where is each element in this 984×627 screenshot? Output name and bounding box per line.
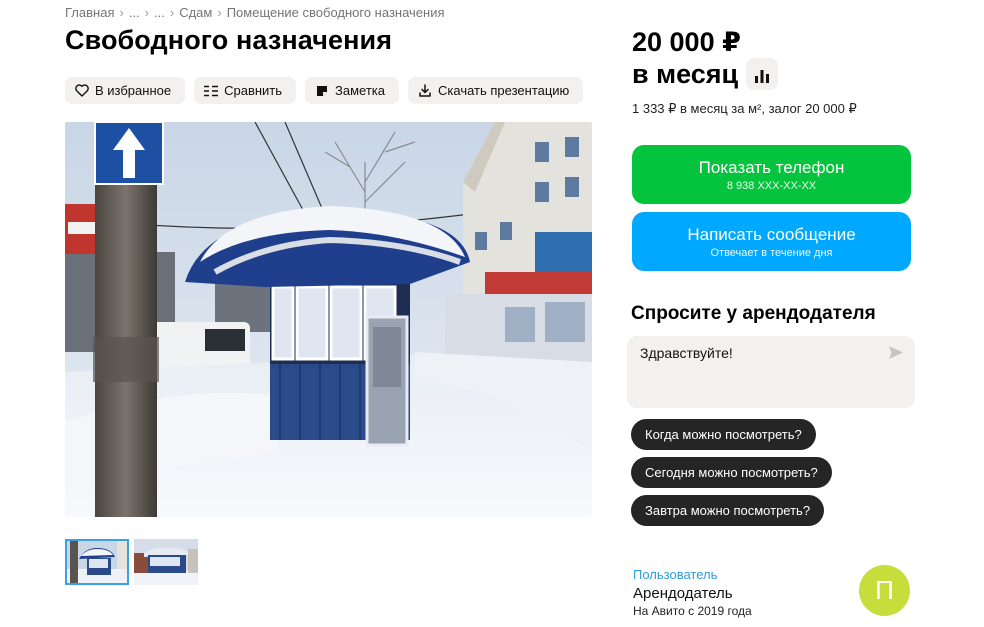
write-message-button[interactable]: Написать сообщение Отвечает в течение дн… bbox=[632, 212, 911, 271]
price-amount: 20 000 ₽ bbox=[632, 27, 741, 57]
gallery-thumbnails bbox=[65, 539, 198, 585]
heart-icon bbox=[75, 84, 89, 98]
message-input-value: Здравствуйте! bbox=[640, 345, 733, 361]
kiosk-photo bbox=[65, 122, 592, 517]
avatar[interactable]: П bbox=[859, 565, 910, 616]
show-phone-label: Показать телефон bbox=[698, 157, 845, 177]
quick-question-chip[interactable]: Сегодня можно посмотреть? bbox=[631, 457, 832, 488]
breadcrumb-item[interactable]: ... bbox=[129, 5, 140, 20]
breadcrumb: Главная › ... › ... › Сдам › Помещение с… bbox=[65, 5, 445, 20]
message-input[interactable]: Здравствуйте! bbox=[627, 336, 915, 408]
price-stats-button[interactable] bbox=[746, 58, 779, 90]
breadcrumb-item-category[interactable]: Помещение свободного назначения bbox=[227, 5, 445, 20]
response-time: Отвечает в течение дня bbox=[710, 246, 833, 259]
breadcrumb-item[interactable]: ... bbox=[154, 5, 165, 20]
ask-landlord-title: Спросите у арендодателя bbox=[631, 303, 876, 324]
page-title: Свободного назначения bbox=[65, 25, 393, 55]
compare-button[interactable]: Сравнить bbox=[194, 77, 297, 104]
breadcrumb-home[interactable]: Главная bbox=[65, 5, 114, 20]
breadcrumb-separator: › bbox=[217, 5, 222, 20]
download-icon bbox=[418, 84, 432, 98]
gallery-thumbnail[interactable] bbox=[65, 539, 129, 585]
favorite-button[interactable]: В избранное bbox=[65, 77, 186, 104]
note-button[interactable]: Заметка bbox=[305, 77, 400, 104]
price-details: 1 333 ₽ в месяц за м², залог 20 000 ₽ bbox=[632, 101, 857, 116]
compare-label: Сравнить bbox=[224, 83, 283, 98]
seller-since: На Авито с 2019 года bbox=[633, 604, 752, 618]
show-phone-button[interactable]: Показать телефон 8 938 XXX-XX-XX bbox=[632, 145, 911, 204]
main-photo[interactable] bbox=[65, 122, 592, 517]
download-label: Скачать презентацию bbox=[438, 83, 570, 98]
note-label: Заметка bbox=[335, 83, 386, 98]
breadcrumb-separator: › bbox=[169, 5, 175, 20]
breadcrumb-separator: › bbox=[144, 5, 150, 20]
price-block: 20 000 ₽ в месяц bbox=[632, 26, 779, 90]
compare-icon bbox=[204, 84, 219, 98]
write-message-label: Написать сообщение bbox=[687, 224, 856, 244]
seller-type-link[interactable]: Пользователь bbox=[633, 567, 717, 582]
breadcrumb-item-rent[interactable]: Сдам bbox=[179, 5, 212, 20]
note-icon bbox=[315, 84, 329, 98]
price-period: в месяц bbox=[632, 59, 739, 89]
download-presentation-button[interactable]: Скачать презентацию bbox=[408, 77, 584, 104]
quick-question-chip[interactable]: Завтра можно посмотреть? bbox=[631, 495, 825, 526]
gallery-thumbnail[interactable] bbox=[134, 539, 198, 585]
breadcrumb-separator: › bbox=[119, 5, 124, 20]
bar-chart-icon bbox=[755, 58, 770, 90]
listing-actions: В избранное Сравнить Заметка Скачать пре… bbox=[65, 77, 584, 104]
seller-name: Арендодатель bbox=[633, 585, 733, 602]
favorite-label: В избранное bbox=[95, 83, 172, 98]
send-icon[interactable] bbox=[889, 346, 903, 360]
quick-question-chip[interactable]: Когда можно посмотреть? bbox=[631, 419, 816, 450]
phone-masked: 8 938 XXX-XX-XX bbox=[726, 179, 817, 192]
